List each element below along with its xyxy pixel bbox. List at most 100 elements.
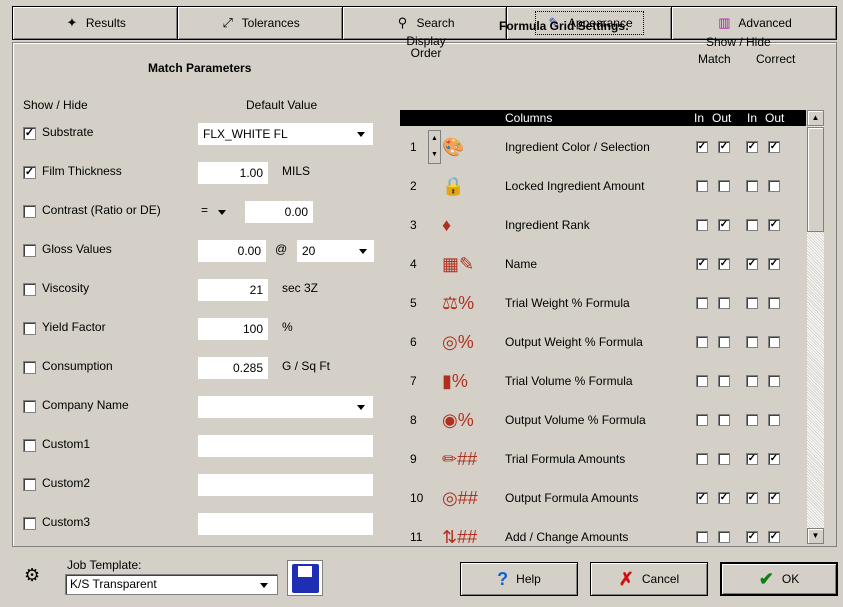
- ok-label: OK: [781, 572, 800, 586]
- match-in-checkbox[interactable]: [696, 297, 708, 309]
- match-out-checkbox[interactable]: [718, 453, 730, 465]
- match-in-checkbox[interactable]: ✓: [696, 258, 708, 270]
- match-in-checkbox[interactable]: [696, 414, 708, 426]
- display-order-number: 4: [410, 257, 417, 271]
- grid-row: 1 ▲ ▼ 🎨 Ingredient Color / Selection ✓ ✓ ✓ ✓: [400, 128, 806, 167]
- correct-out-checkbox[interactable]: ✓: [768, 141, 780, 153]
- correct-out-checkbox[interactable]: ✓: [768, 531, 780, 543]
- correct-in-checkbox[interactable]: [746, 375, 758, 387]
- correct-in-checkbox[interactable]: [746, 219, 758, 231]
- match-out-checkbox[interactable]: [718, 336, 730, 348]
- display-order-number: 7: [410, 374, 417, 388]
- display-order-number: 10: [410, 491, 424, 505]
- grid-header-row: Columns In Out In Out: [400, 110, 806, 126]
- display-order-number: 3: [410, 218, 417, 232]
- output-weight-icon: ◎%: [442, 332, 474, 352]
- correct-in-checkbox[interactable]: ✓: [746, 453, 758, 465]
- match-in-checkbox[interactable]: [696, 219, 708, 231]
- display-order-number: 11: [410, 530, 423, 544]
- job-template-icon: ⚙: [24, 565, 41, 585]
- correct-in-checkbox[interactable]: ✓: [746, 492, 758, 504]
- grid-row: 10 ◎## Output Formula Amounts ✓ ✓ ✓ ✓: [400, 479, 806, 518]
- display-order-number: 6: [410, 335, 417, 349]
- match-out-checkbox[interactable]: [718, 375, 730, 387]
- correct-in-checkbox[interactable]: [746, 414, 758, 426]
- display-order-line2: Order: [410, 46, 442, 60]
- scroll-thumb[interactable]: [807, 127, 824, 232]
- correct-out-checkbox[interactable]: ✓: [768, 219, 780, 231]
- display-order-header: Display Order: [406, 35, 446, 59]
- match-out-checkbox[interactable]: ✓: [718, 219, 730, 231]
- grid-row-label: Trial Weight % Formula: [505, 296, 630, 310]
- correct-in-checkbox[interactable]: ✓: [746, 531, 758, 543]
- match-in-checkbox[interactable]: ✓: [696, 492, 708, 504]
- grid-row: 4 ▦✎ Name ✓ ✓ ✓ ✓: [400, 245, 806, 284]
- match-in-checkbox[interactable]: [696, 453, 708, 465]
- match-out-checkbox[interactable]: ✓: [718, 492, 730, 504]
- help-button[interactable]: ? Help: [460, 562, 578, 596]
- trial-weight-icon: ⚖%: [442, 293, 475, 313]
- save-template-button[interactable]: [287, 560, 323, 596]
- correct-in-header: In: [747, 111, 758, 125]
- spin-up-icon[interactable]: ▲: [429, 131, 440, 147]
- cancel-label: Cancel: [641, 572, 680, 586]
- columns-header: Columns: [505, 111, 553, 125]
- match-in-checkbox[interactable]: [696, 531, 708, 543]
- match-out-checkbox[interactable]: [718, 180, 730, 192]
- correct-in-checkbox[interactable]: [746, 297, 758, 309]
- spin-down-icon[interactable]: ▼: [429, 147, 440, 163]
- grid-row: 3 ♦ Ingredient Rank ✓ ✓: [400, 206, 806, 245]
- scroll-down-icon[interactable]: ▼: [807, 528, 824, 544]
- correct-in-checkbox[interactable]: [746, 180, 758, 192]
- grid-row: 7 ▮% Trial Volume % Formula: [400, 362, 806, 401]
- help-icon: ?: [497, 568, 509, 589]
- display-order-number: 8: [410, 413, 417, 427]
- name-icon: ▦✎: [442, 254, 475, 274]
- correct-out-checkbox[interactable]: ✓: [768, 453, 780, 465]
- grid-row: 2 🔒 Locked Ingredient Amount: [400, 167, 806, 206]
- grid-row: 9 ✏## Trial Formula Amounts ✓ ✓: [400, 440, 806, 479]
- match-out-checkbox[interactable]: ✓: [718, 258, 730, 270]
- job-template-value: K/S Transparent: [70, 577, 157, 591]
- ok-button[interactable]: ✔ OK: [720, 562, 838, 596]
- match-in-checkbox[interactable]: [696, 180, 708, 192]
- grid-row-label: Output Weight % Formula: [505, 335, 643, 349]
- correct-in-checkbox[interactable]: [746, 336, 758, 348]
- match-in-checkbox[interactable]: [696, 375, 708, 387]
- match-out-header: Out: [712, 111, 732, 125]
- job-template-select[interactable]: K/S Transparent: [65, 574, 278, 595]
- lock-icon: 🔒: [442, 176, 465, 196]
- job-template-label: Job Template:: [67, 558, 142, 572]
- cancel-button[interactable]: ✗ Cancel: [590, 562, 708, 596]
- correct-out-checkbox[interactable]: [768, 180, 780, 192]
- match-out-checkbox[interactable]: [718, 414, 730, 426]
- dialog-footer: ⚙ Job Template: K/S Transparent ? Help ✗…: [0, 548, 843, 607]
- correct-out-checkbox[interactable]: [768, 336, 780, 348]
- cancel-icon: ✗: [618, 568, 634, 589]
- match-out-checkbox[interactable]: [718, 297, 730, 309]
- correct-out-checkbox[interactable]: [768, 375, 780, 387]
- formula-grid-section: Formula Grid Settings: Display Order Sho…: [1, 1, 843, 607]
- match-in-checkbox[interactable]: [696, 336, 708, 348]
- match-in-checkbox[interactable]: ✓: [696, 141, 708, 153]
- chevron-down-icon: [260, 583, 268, 588]
- scroll-up-icon[interactable]: ▲: [807, 110, 824, 126]
- match-out-checkbox[interactable]: [718, 531, 730, 543]
- grid-row-label: Locked Ingredient Amount: [505, 179, 645, 193]
- grid-row-label: Output Volume % Formula: [505, 413, 646, 427]
- correct-out-checkbox[interactable]: [768, 414, 780, 426]
- correct-in-checkbox[interactable]: ✓: [746, 141, 758, 153]
- order-spinner[interactable]: ▲ ▼: [428, 130, 441, 164]
- grid-match-header: Match: [698, 52, 731, 66]
- correct-in-checkbox[interactable]: ✓: [746, 258, 758, 270]
- check-icon: ✔: [758, 568, 774, 589]
- correct-out-checkbox[interactable]: [768, 297, 780, 309]
- correct-out-checkbox[interactable]: ✓: [768, 492, 780, 504]
- correct-out-checkbox[interactable]: ✓: [768, 258, 780, 270]
- grid-row-label: Ingredient Color / Selection: [505, 140, 650, 154]
- match-in-header: In: [694, 111, 705, 125]
- match-out-checkbox[interactable]: ✓: [718, 141, 730, 153]
- display-order-number: 1: [410, 140, 417, 154]
- grid-row: 8 ◉% Output Volume % Formula: [400, 401, 806, 440]
- grid-scrollbar[interactable]: ▲ ▼: [807, 110, 824, 544]
